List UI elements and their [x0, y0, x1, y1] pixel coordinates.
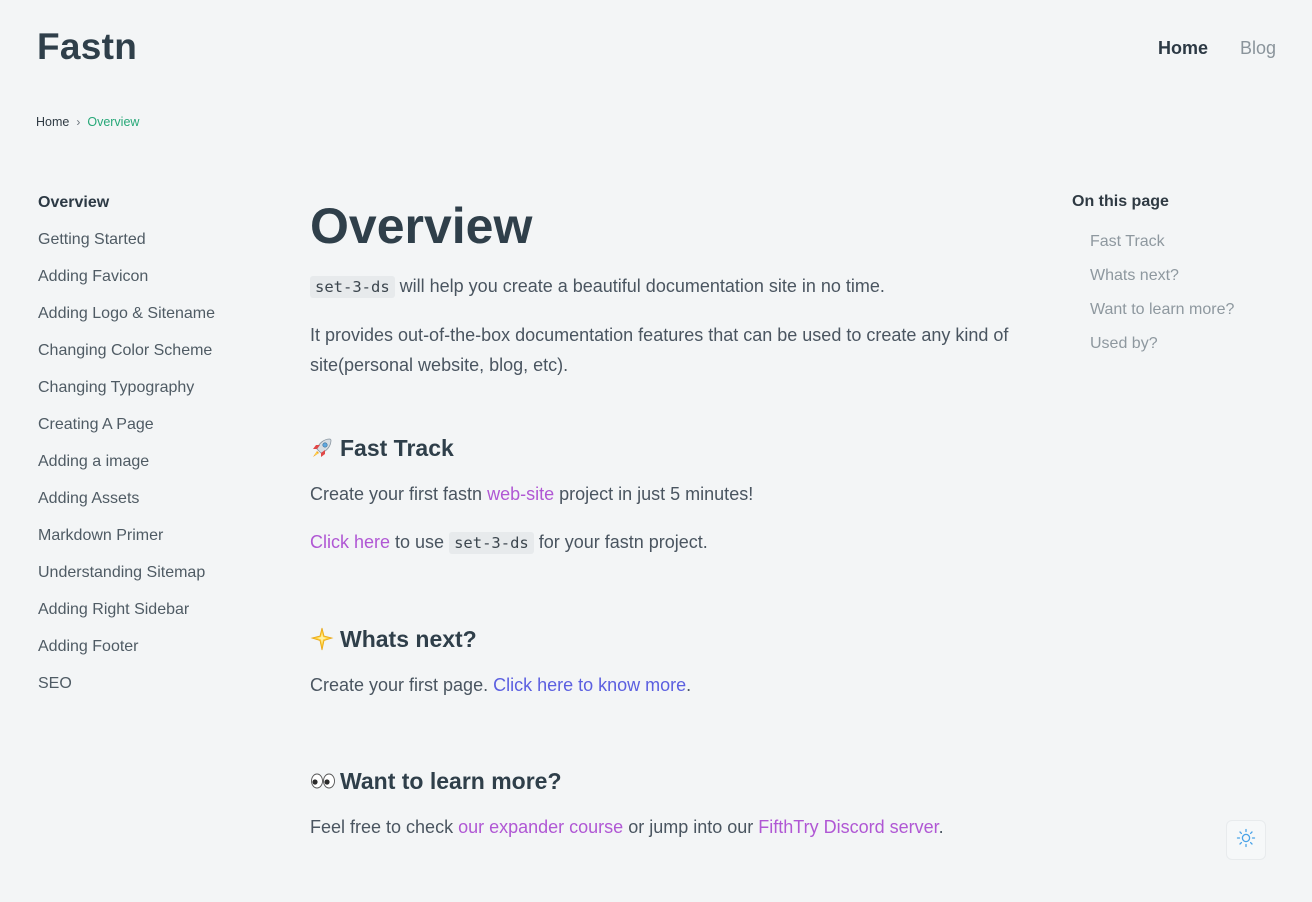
sidebar-nav: Overview Getting Started Adding Favicon … [38, 193, 278, 711]
text-segment: Create your first page. [310, 675, 494, 695]
star-icon [310, 627, 334, 651]
text-segment: . [938, 817, 944, 837]
sidebar-item-seo[interactable]: SEO [38, 674, 278, 711]
sidebar-item-adding-footer[interactable]: Adding Footer [38, 637, 278, 674]
sidebar-item-adding-assets[interactable]: Adding Assets [38, 489, 278, 526]
toc-title: On this page [1072, 193, 1169, 210]
text-segment: . [686, 675, 692, 695]
main-content: Overview set-3-ds will help you create a… [310, 195, 1030, 842]
sidebar-item-creating-a-page[interactable]: Creating A Page [38, 415, 278, 452]
fast-track-line-2: Click here to use set-3-ds for your fast… [310, 527, 1030, 558]
fast-track-line-1: Create your first fastn web-site project… [310, 479, 1030, 509]
expander-course-link[interactable]: our expander course [458, 817, 623, 837]
site-logo[interactable]: Fastn [37, 26, 137, 68]
sun-icon [1236, 828, 1256, 853]
know-more-link[interactable]: Click here to know more [493, 675, 686, 695]
whats-next-paragraph: Create your first page. Click here to kn… [310, 670, 1030, 700]
text-segment: or jump into our [623, 817, 759, 837]
learn-more-paragraph: Feel free to check our expander course o… [310, 812, 1030, 842]
intro-paragraph: set-3-ds will help you create a beautifu… [310, 271, 1030, 302]
sidebar-item-changing-typography[interactable]: Changing Typography [38, 378, 278, 415]
section-heading-learn-more: Want to learn more? [310, 766, 1030, 796]
sidebar-item-adding-a-image[interactable]: Adding a image [38, 452, 278, 489]
section-title-text: Fast Track [340, 435, 454, 461]
web-site-link[interactable]: web-site [487, 484, 554, 504]
breadcrumb-current: Overview [87, 115, 140, 129]
section-heading-whats-next: Whats next? [310, 624, 1030, 654]
section-title-text: Want to learn more? [340, 768, 562, 794]
text-segment: Feel free to check [310, 817, 459, 837]
intro-text: will help you create a beautiful documen… [394, 276, 885, 296]
text-segment: Create your first fastn [310, 484, 488, 504]
text-segment: to use [390, 532, 450, 552]
section-title-text: Whats next? [340, 626, 477, 652]
toc-item-want-to-learn-more[interactable]: Want to learn more? [1090, 301, 1292, 335]
top-nav: Home Blog [1158, 38, 1276, 59]
sidebar-item-getting-started[interactable]: Getting Started [38, 230, 278, 267]
text-segment: project in just 5 minutes! [554, 484, 754, 504]
eyes-icon [310, 769, 335, 793]
toc-item-fast-track[interactable]: Fast Track [1090, 233, 1292, 267]
sidebar-item-understanding-sitemap[interactable]: Understanding Sitemap [38, 563, 278, 600]
discord-server-link[interactable]: FifthTry Discord server [758, 817, 938, 837]
sidebar-item-adding-favicon[interactable]: Adding Favicon [38, 267, 278, 304]
sidebar-item-overview[interactable]: Overview [38, 193, 278, 230]
breadcrumb: Home › Overview [36, 115, 139, 129]
sidebar-item-changing-color-scheme[interactable]: Changing Color Scheme [38, 341, 278, 378]
nav-blog-link[interactable]: Blog [1240, 38, 1276, 59]
sidebar-item-adding-right-sidebar[interactable]: Adding Right Sidebar [38, 600, 278, 637]
theme-toggle-button[interactable] [1226, 820, 1266, 860]
sidebar-item-markdown-primer[interactable]: Markdown Primer [38, 526, 278, 563]
toc-item-used-by[interactable]: Used by? [1090, 335, 1292, 369]
page-title: Overview [310, 198, 533, 254]
nav-home-link[interactable]: Home [1158, 38, 1208, 59]
chevron-right-icon: › [76, 115, 81, 129]
description-paragraph: It provides out-of-the-box documentation… [310, 325, 1009, 375]
text-segment: for your fastn project. [533, 532, 708, 552]
section-heading-fast-track: Fast Track [310, 433, 1030, 463]
breadcrumb-home-link[interactable]: Home [36, 115, 69, 129]
click-here-link[interactable]: Click here [310, 532, 390, 552]
rocket-icon [310, 436, 334, 460]
code-snippet: set-3-ds [310, 276, 395, 298]
code-snippet: set-3-ds [449, 532, 534, 554]
toc-item-whats-next[interactable]: Whats next? [1090, 267, 1292, 301]
table-of-contents: On this page Fast Track Whats next? Want… [1072, 193, 1292, 369]
page: Fastn Home Blog Home › Overview Overview… [0, 0, 1312, 902]
sidebar-item-adding-logo-sitename[interactable]: Adding Logo & Sitename [38, 304, 278, 341]
